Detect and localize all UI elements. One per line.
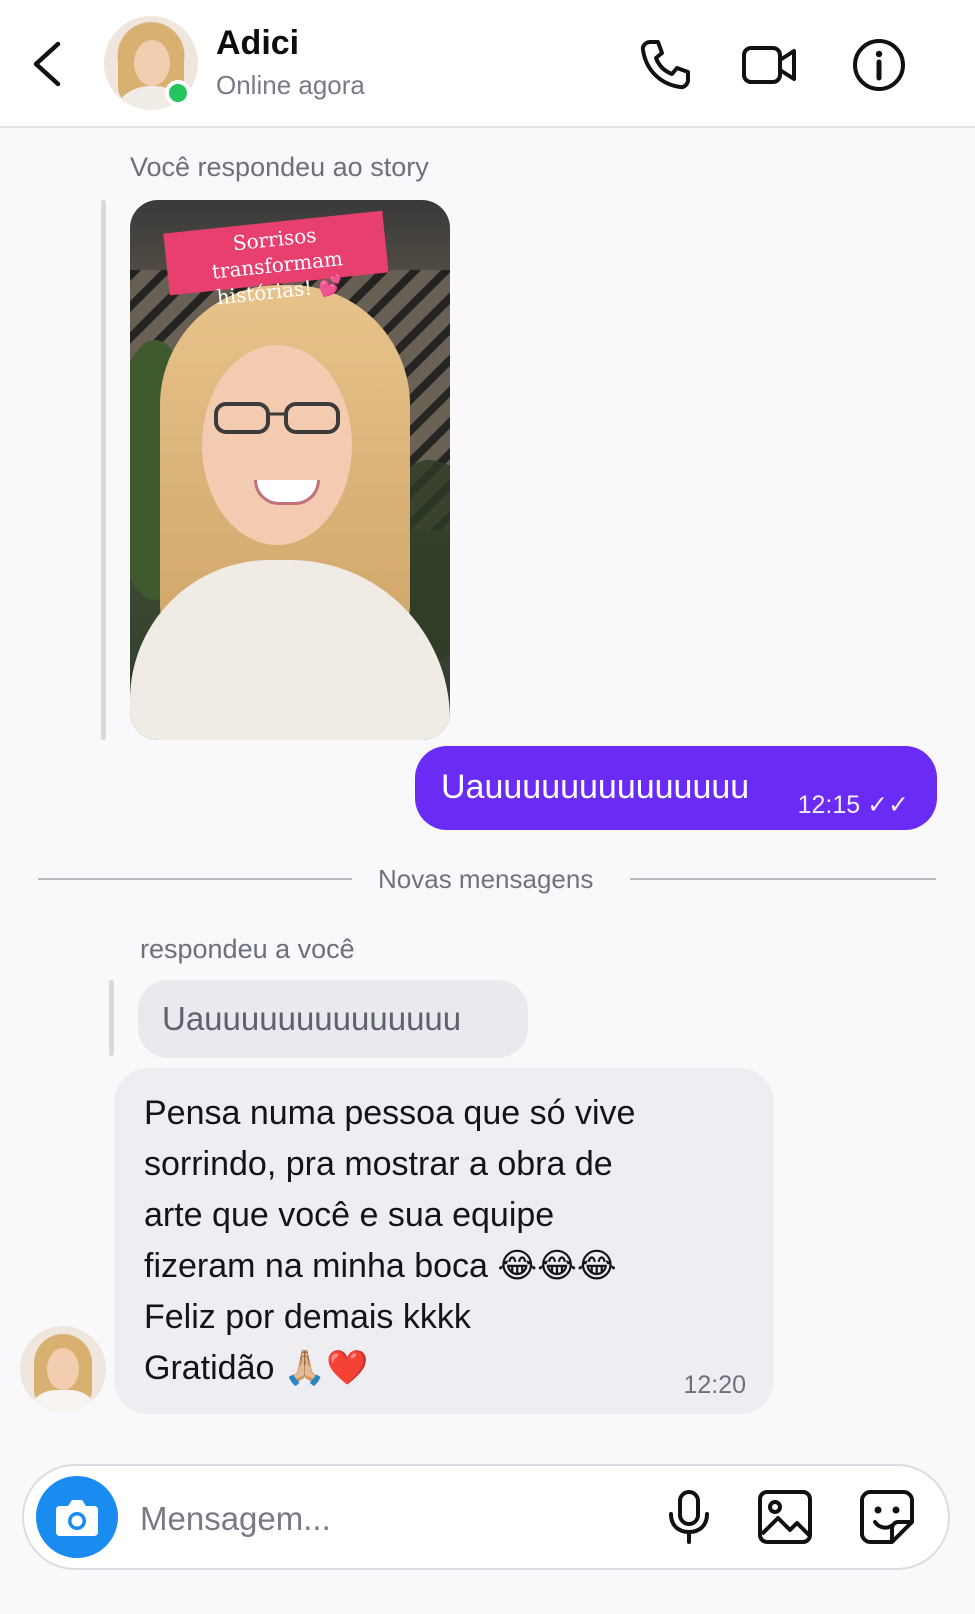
story-reply-label: Você respondeu ao story: [130, 152, 429, 182]
new-messages-divider: Novas mensagens: [378, 864, 594, 894]
info-icon[interactable]: [850, 36, 908, 94]
contact-status: Online agora: [216, 70, 365, 100]
message-input[interactable]: [138, 1490, 622, 1548]
story-quote-bar: [101, 200, 106, 740]
received-message-text: Pensa numa pessoa que só vive sorrindo, …: [144, 1094, 636, 1387]
microphone-icon[interactable]: [660, 1488, 718, 1546]
phone-icon[interactable]: [636, 36, 694, 94]
divider-line-left: [38, 878, 352, 880]
received-message-time: 12:20: [683, 1371, 746, 1399]
quoted-message-text: Uauuuuuuuuuuuuuu: [162, 1000, 462, 1037]
received-message-bubble[interactable]: Pensa numa pessoa que só vive sorrindo, …: [114, 1068, 774, 1414]
back-arrow-icon[interactable]: [28, 36, 72, 92]
image-icon[interactable]: [756, 1488, 814, 1546]
divider-line-right: [630, 878, 936, 880]
sent-message-bubble[interactable]: Uauuuuuuuuuuuuuu 12:15 ✓✓: [415, 746, 937, 830]
camera-icon[interactable]: [36, 1476, 118, 1558]
sent-message-time: 12:15 ✓✓: [797, 791, 909, 819]
video-icon[interactable]: [740, 36, 798, 94]
quoted-message-bubble[interactable]: Uauuuuuuuuuuuuuu: [138, 980, 528, 1058]
reply-quote-bar: [109, 980, 114, 1056]
sent-message-text: Uauuuuuuuuuuuuuu: [441, 768, 750, 806]
sticker-icon[interactable]: [858, 1488, 916, 1546]
online-status-dot: [165, 80, 191, 106]
contact-name[interactable]: Adici: [216, 24, 299, 63]
sender-avatar[interactable]: [20, 1326, 106, 1412]
reply-label: respondeu a você: [140, 934, 355, 964]
chat-header: Adici Online agora: [0, 0, 975, 128]
